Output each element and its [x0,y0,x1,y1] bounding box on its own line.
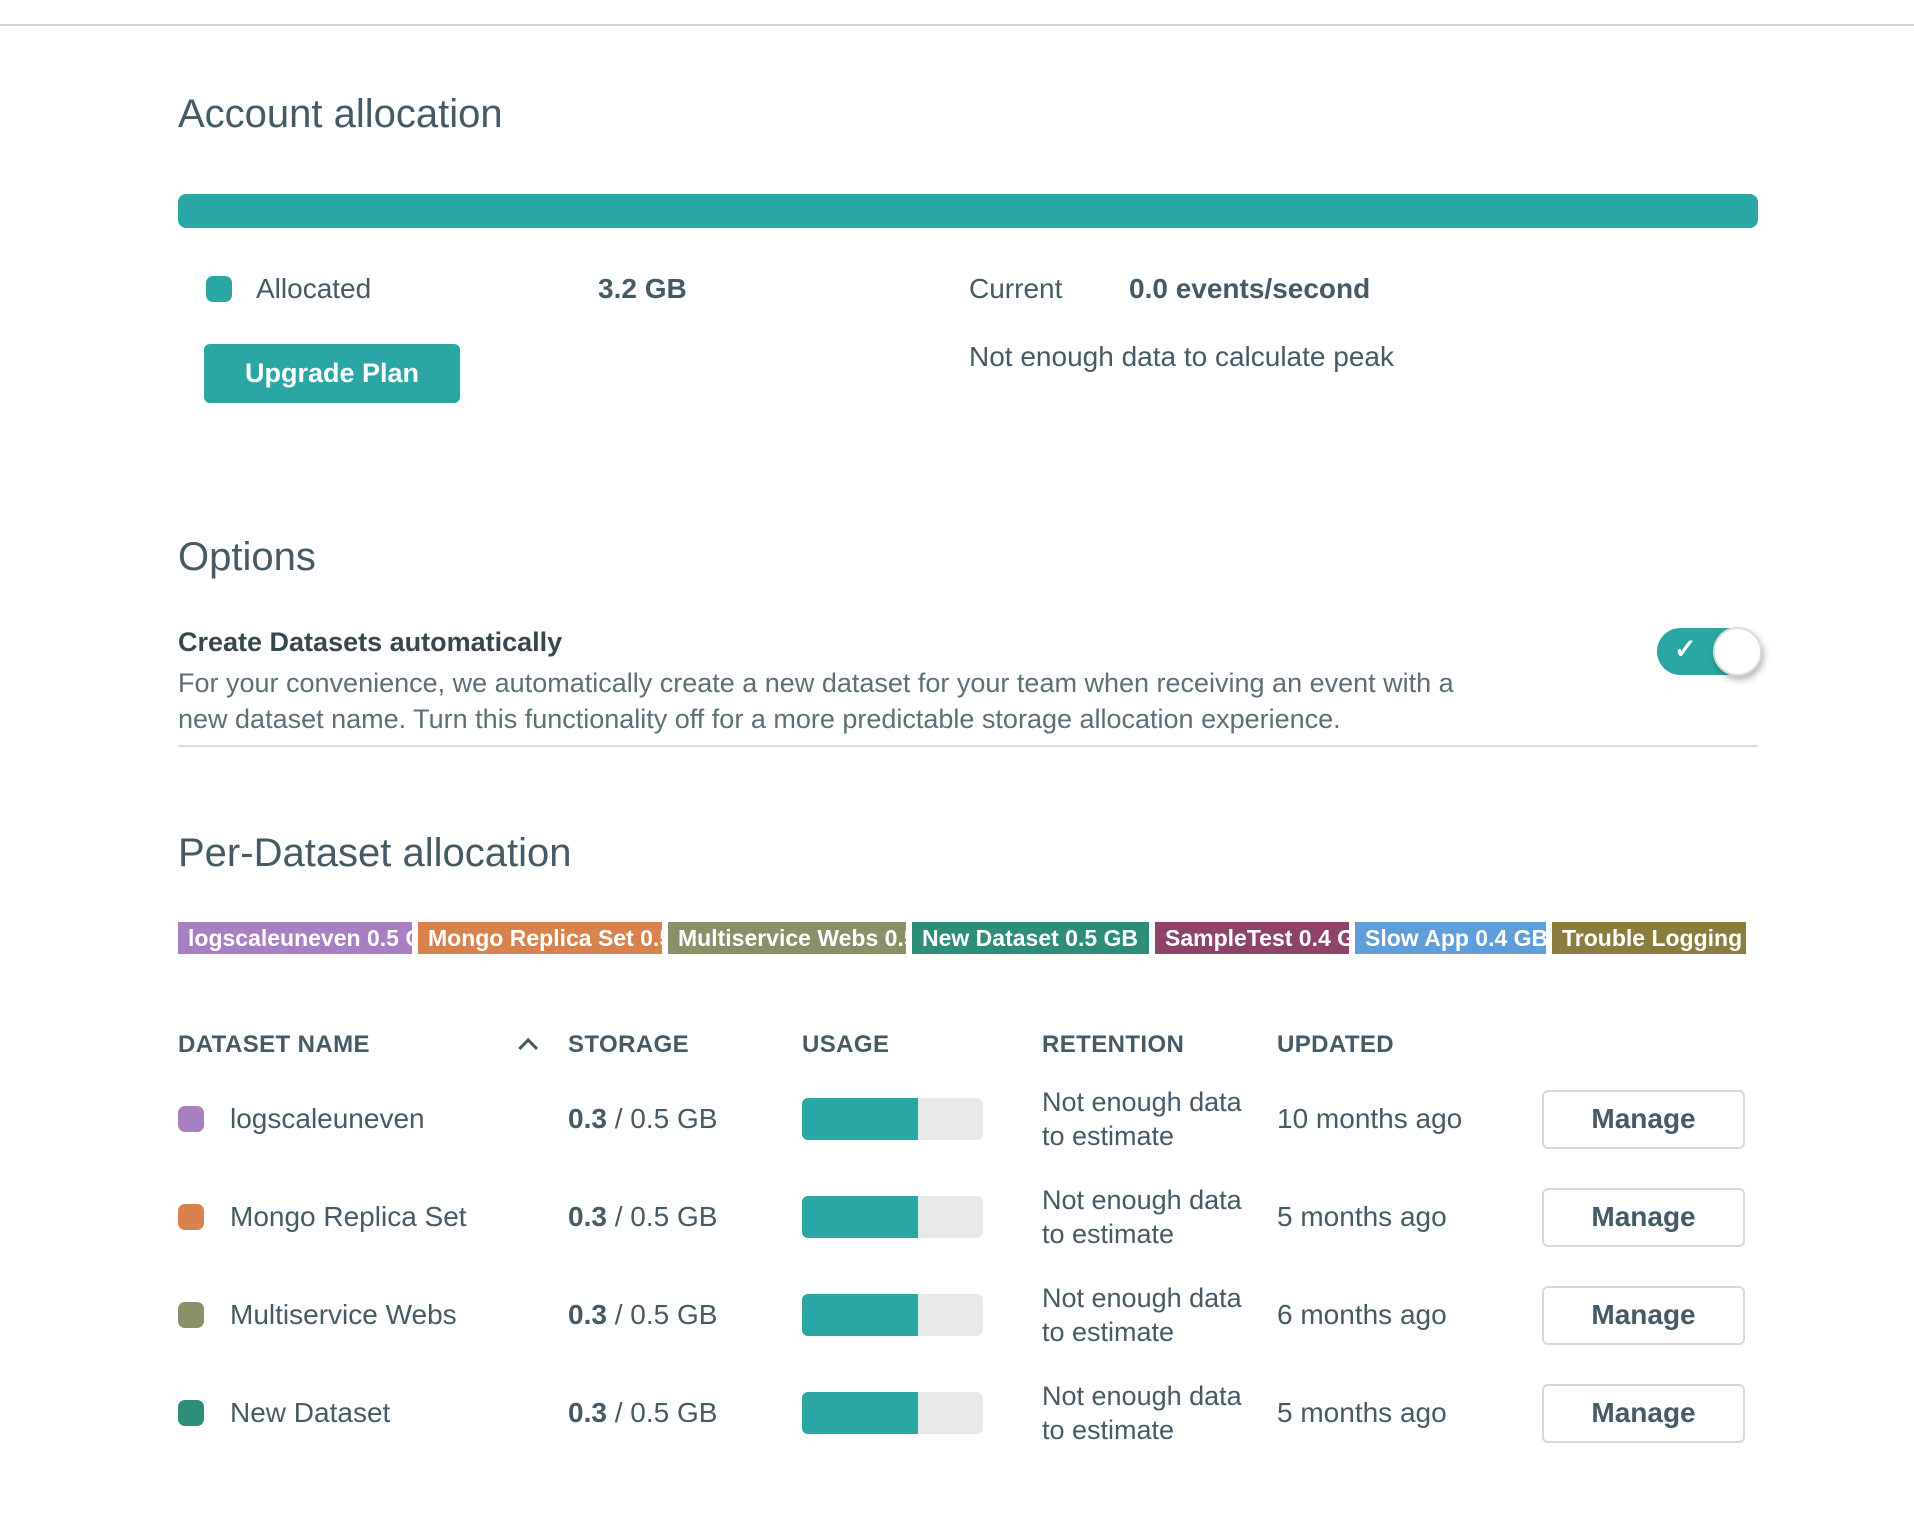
header-dataset-name-label: DATASET NAME [178,1031,370,1059]
manage-button[interactable]: Manage [1542,1188,1745,1247]
account-allocation-progress-bar [178,194,1758,228]
current-label: Current [969,273,1129,305]
options-title: Options [178,531,1758,583]
dataset-chip[interactable]: Trouble Logging Issues [1552,922,1746,954]
usage-bar [802,1392,983,1434]
content-container: Account allocation Allocated 3.2 GB Curr… [178,0,1758,1462]
allocated-legend-swatch [206,276,232,302]
auto-create-option-row: Create Datasets automatically For your c… [178,625,1758,737]
storage-used: 0.3 [568,1299,607,1330]
storage-total: / 0.5 GB [607,1103,718,1134]
usage-bar [802,1294,983,1336]
usage-bar [802,1196,983,1238]
dataset-name: Multiservice Webs [230,1299,457,1331]
dataset-chip[interactable]: New Dataset 0.5 GB [912,922,1149,954]
updated-value: 10 months ago [1277,1070,1542,1168]
auto-create-option-text: Create Datasets automatically For your c… [178,625,1458,737]
manage-button[interactable]: Manage [1542,1286,1745,1345]
toggle-knob[interactable] [1713,627,1762,676]
dataset-chip[interactable]: Mongo Replica Set 0.5 GB [418,922,662,954]
account-allocation-title: Account allocation [178,88,1758,140]
header-storage[interactable]: STORAGE [568,1020,802,1070]
allocated-legend-label: Allocated [256,273,371,305]
peak-note: Not enough data to calculate peak [969,338,1399,376]
updated-value: 5 months ago [1277,1168,1542,1266]
usage-bar-fill [802,1294,918,1336]
dataset-chip[interactable]: Multiservice Webs 0.5 GB [668,922,906,954]
storage-used: 0.3 [568,1397,607,1428]
options-divider [178,745,1758,747]
auto-create-option-description: For your convenience, we automatically c… [178,665,1458,737]
storage-total: / 0.5 GB [607,1397,718,1428]
sort-ascending-icon[interactable] [518,1038,538,1058]
header-usage[interactable]: USAGE [802,1020,1042,1070]
storage-used: 0.3 [568,1103,607,1134]
storage-total: / 0.5 GB [607,1201,718,1232]
dataset-chip[interactable]: logscaleuneven 0.5 GB [178,922,412,954]
usage-bar-fill [802,1196,918,1238]
storage-used: 0.3 [568,1201,607,1232]
updated-value: 5 months ago [1277,1364,1542,1462]
retention-value: Not enough data to estimate [1042,1168,1277,1266]
header-dataset-name[interactable]: DATASET NAME [178,1020,568,1070]
manage-button[interactable]: Manage [1542,1384,1745,1443]
auto-create-option-title: Create Datasets automatically [178,625,1458,659]
dataset-name: Mongo Replica Set [230,1201,467,1233]
dataset-color-swatch [178,1400,204,1426]
dataset-chips-row: logscaleuneven 0.5 GB Mongo Replica Set … [178,922,1758,954]
table-row: logscaleuneven 0.3 / 0.5 GB Not enough d… [178,1070,1745,1168]
auto-create-toggle[interactable]: ✓ [1657,628,1758,675]
dataset-chip[interactable]: Slow App 0.4 GB [1355,922,1546,954]
allocation-actions-row: Upgrade Plan Not enough data to calculat… [178,338,1758,403]
retention-value: Not enough data to estimate [1042,1266,1277,1364]
allocated-value: 3.2 GB [598,273,969,305]
updated-value: 6 months ago [1277,1266,1542,1364]
allocation-stats-row: Allocated 3.2 GB Current 0.0 events/seco… [178,272,1758,306]
storage-total: / 0.5 GB [607,1299,718,1330]
usage-bar [802,1098,983,1140]
dataset-name: logscaleuneven [230,1103,425,1135]
dataset-chip[interactable]: SampleTest 0.4 GB [1155,922,1349,954]
header-updated[interactable]: UPDATED [1277,1020,1542,1070]
table-row: Mongo Replica Set 0.3 / 0.5 GB Not enoug… [178,1168,1745,1266]
dataset-color-swatch [178,1106,204,1132]
header-manage-spacer [1542,1020,1745,1070]
usage-bar-fill [802,1098,918,1140]
table-header-row: DATASET NAME STORAGE USAGE RETENTION UPD… [178,1020,1745,1070]
retention-value: Not enough data to estimate [1042,1364,1277,1462]
manage-button[interactable]: Manage [1542,1090,1745,1149]
dataset-color-swatch [178,1204,204,1230]
upgrade-plan-button[interactable]: Upgrade Plan [204,344,460,403]
upgrade-button-column: Upgrade Plan [178,338,969,403]
dataset-name: New Dataset [230,1397,390,1429]
per-dataset-table: DATASET NAME STORAGE USAGE RETENTION UPD… [178,1020,1745,1462]
checkmark-icon: ✓ [1674,634,1697,665]
usage-bar-fill [802,1392,918,1434]
per-dataset-title: Per-Dataset allocation [178,827,1758,879]
header-retention[interactable]: RETENTION [1042,1020,1277,1070]
table-row: Multiservice Webs 0.3 / 0.5 GB Not enoug… [178,1266,1745,1364]
dataset-color-swatch [178,1302,204,1328]
current-value: 0.0 events/second [1129,273,1370,305]
table-row: New Dataset 0.3 / 0.5 GB Not enough data… [178,1364,1745,1462]
allocated-legend: Allocated [178,273,598,305]
retention-value: Not enough data to estimate [1042,1070,1277,1168]
account-allocation-progress-fill [178,194,1758,228]
